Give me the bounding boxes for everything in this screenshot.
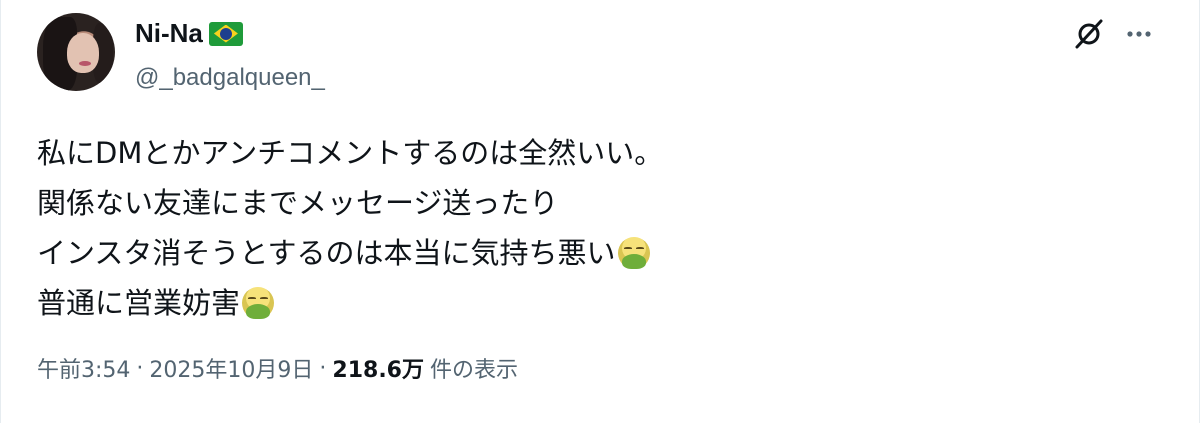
tweet-card: Ni-Na @_badgalqueen_ 私にDMとかアンチコメントするのは全然…	[0, 0, 1200, 423]
tweet-line-text: 関係ない友達にまでメッセージ送ったり	[37, 186, 559, 220]
author-name-row[interactable]: Ni-Na	[135, 18, 243, 49]
views-count[interactable]: 218.6万	[332, 352, 424, 384]
tweet-line-text: 普通に営業妨害	[37, 286, 241, 320]
avatar[interactable]	[37, 13, 115, 91]
tweet-line: 普通に営業妨害	[37, 278, 663, 328]
tweet-line-text: 私にDMとかアンチコメントするのは全然いい。	[37, 136, 664, 170]
tweet-line: インスタ消そうとするのは本当に気持ち悪い	[37, 228, 663, 278]
nauseated-face-emoji-icon	[242, 287, 275, 319]
author-handle[interactable]: @_badgalqueen_	[135, 64, 325, 92]
meta-separator: ·	[136, 355, 144, 381]
tweet-line-text: インスタ消そうとするのは本当に気持ち悪い	[37, 236, 616, 270]
tweet-time[interactable]: 午前3:54	[37, 352, 130, 384]
more-options-icon[interactable]	[1121, 16, 1157, 52]
brazil-flag-icon	[208, 21, 243, 46]
meta-separator: ·	[319, 355, 327, 381]
avatar-face	[67, 33, 99, 73]
nauseated-face-emoji-icon	[617, 237, 650, 269]
avatar-lips	[79, 61, 91, 66]
tweet-meta: 午前3:54 · 2025年10月9日 · 218.6万 件の表示	[37, 352, 518, 384]
tweet-line: 私にDMとかアンチコメントするのは全然いい。	[37, 128, 663, 178]
tweet-text: 私にDMとかアンチコメントするのは全然いい。 関係ない友達にまでメッセージ送った…	[37, 128, 663, 328]
tweet-date[interactable]: 2025年10月9日	[149, 352, 313, 384]
author-display-name[interactable]: Ni-Na	[135, 18, 203, 49]
tweet-line: 関係ない友達にまでメッセージ送ったり	[37, 178, 663, 228]
views-label: 件の表示	[429, 358, 518, 383]
grok-icon[interactable]	[1071, 16, 1107, 52]
